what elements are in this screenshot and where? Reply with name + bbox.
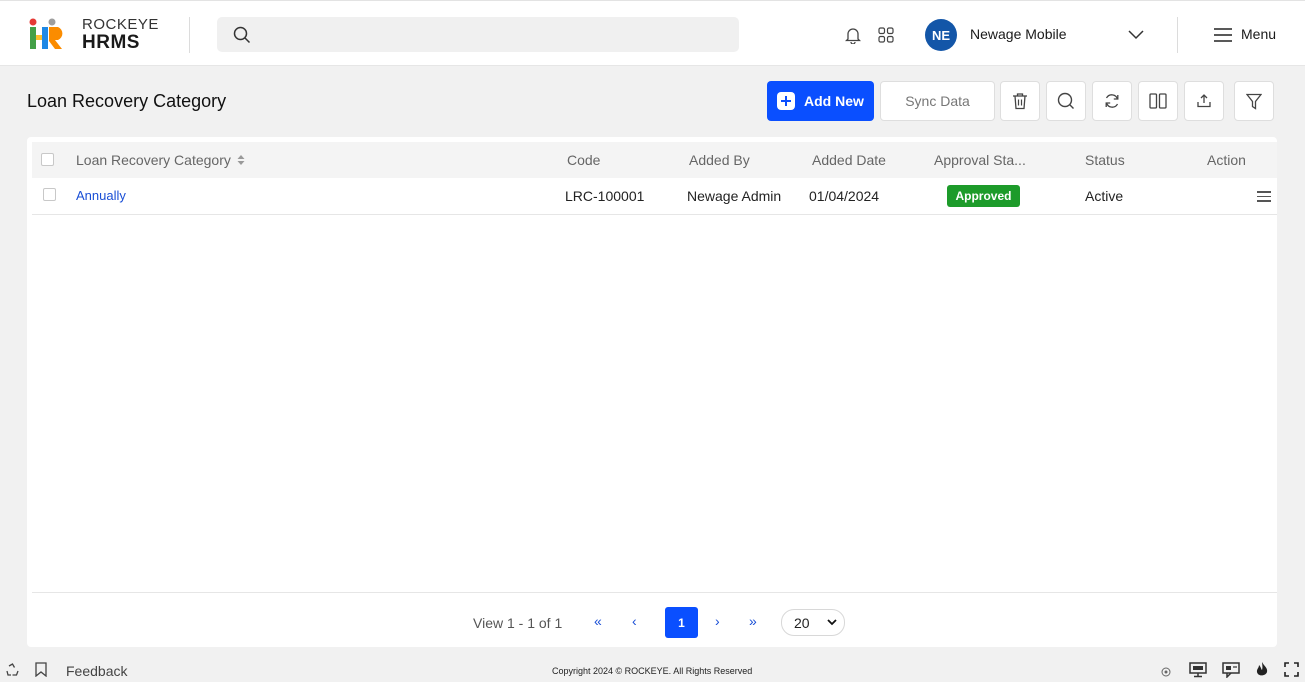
delete-icon — [1013, 93, 1027, 110]
user-name[interactable]: Newage Mobile — [970, 26, 1067, 42]
column-header-added-date: Added Date — [812, 152, 886, 168]
search-icon — [233, 26, 251, 44]
cell-status: Active — [1085, 188, 1124, 204]
page-size-select[interactable]: 20 — [781, 609, 845, 636]
delete-button[interactable] — [1000, 81, 1040, 121]
column-header-label: Loan Recovery Category — [76, 152, 231, 168]
hamburger-menu-icon[interactable] — [1213, 27, 1233, 43]
cell-code: LRC-100001 — [565, 188, 645, 204]
filter-button[interactable] — [1234, 81, 1274, 121]
add-new-label: Add New — [804, 93, 864, 109]
filter-icon — [1246, 93, 1262, 110]
add-new-button[interactable]: Add New — [767, 81, 874, 121]
search-button[interactable] — [1046, 81, 1086, 121]
page-size-value: 20 — [794, 614, 810, 631]
next-page-button[interactable]: › — [715, 613, 720, 629]
export-icon — [1197, 94, 1211, 108]
search-input[interactable] — [217, 17, 739, 52]
select-all-checkbox[interactable] — [41, 153, 54, 166]
category-link[interactable]: Annually — [76, 188, 126, 203]
search-icon — [1057, 92, 1074, 109]
column-header-code: Code — [567, 152, 601, 168]
export-button[interactable] — [1184, 81, 1224, 121]
apps-grid-icon[interactable] — [877, 26, 895, 44]
brand-name-bottom: HRMS — [82, 32, 140, 53]
feedback-link[interactable]: Feedback — [66, 663, 127, 679]
column-header-action: Action — [1207, 152, 1246, 168]
approval-status-badge: Approved — [947, 185, 1020, 207]
chevron-down-icon[interactable] — [1127, 28, 1145, 42]
column-header-category[interactable]: Loan Recovery Category — [76, 152, 245, 168]
monitor-icon[interactable] — [1189, 662, 1207, 678]
sync-data-button[interactable]: Sync Data — [880, 81, 995, 121]
column-header-status: Status — [1085, 152, 1125, 168]
table-header: Loan Recovery Category Code Added By Add… — [32, 142, 1277, 178]
table-card: Loan Recovery Category Code Added By Add… — [27, 137, 1277, 647]
bottom-bar: Feedback Copyright 2024 © ROCKEYE. All R… — [0, 660, 1305, 682]
flame-icon[interactable] — [1255, 661, 1269, 678]
refresh-icon — [1105, 94, 1119, 108]
cell-added-by: Newage Admin — [687, 188, 782, 204]
plus-icon — [777, 92, 795, 110]
cell-added-date: 01/04/2024 — [809, 188, 880, 204]
divider — [189, 17, 190, 53]
bookmark-icon[interactable] — [35, 662, 47, 677]
prev-page-button[interactable]: ‹ — [632, 613, 637, 629]
divider — [32, 592, 1277, 593]
fullscreen-icon[interactable] — [1284, 662, 1299, 677]
column-header-approval-status: Approval Sta... — [934, 152, 1026, 168]
pagination-summary: View 1 - 1 of 1 — [473, 615, 563, 631]
row-checkbox[interactable] — [43, 188, 56, 201]
table-row: Annually LRC-100001 Newage Admin 01/04/2… — [32, 178, 1277, 215]
columns-button[interactable] — [1138, 81, 1178, 121]
first-page-button[interactable]: « — [594, 613, 602, 629]
divider — [1177, 17, 1178, 53]
row-action-menu-icon[interactable] — [1257, 191, 1271, 205]
recycle-icon[interactable] — [5, 663, 20, 678]
chevron-down-icon — [827, 619, 837, 626]
page-button-current[interactable]: 1 — [665, 607, 698, 638]
user-avatar[interactable]: NE — [925, 19, 957, 51]
top-bar: ROCKEYE HRMS NE Newage Mobile Menu — [0, 0, 1305, 66]
sort-icon[interactable] — [237, 155, 245, 165]
settings-icon[interactable] — [1161, 667, 1171, 677]
chat-icon[interactable] — [1222, 662, 1240, 678]
menu-button[interactable]: Menu — [1241, 26, 1276, 42]
copyright-text: Copyright 2024 © ROCKEYE. All Rights Res… — [552, 666, 753, 676]
last-page-button[interactable]: » — [749, 613, 757, 629]
column-header-added-by: Added By — [689, 152, 750, 168]
columns-icon — [1149, 93, 1167, 109]
notification-bell-icon[interactable] — [844, 25, 862, 45]
page-title: Loan Recovery Category — [27, 91, 227, 111]
rockeye-logo-icon — [29, 18, 63, 49]
refresh-button[interactable] — [1092, 81, 1132, 121]
brand-name-top: ROCKEYE — [82, 16, 159, 33]
